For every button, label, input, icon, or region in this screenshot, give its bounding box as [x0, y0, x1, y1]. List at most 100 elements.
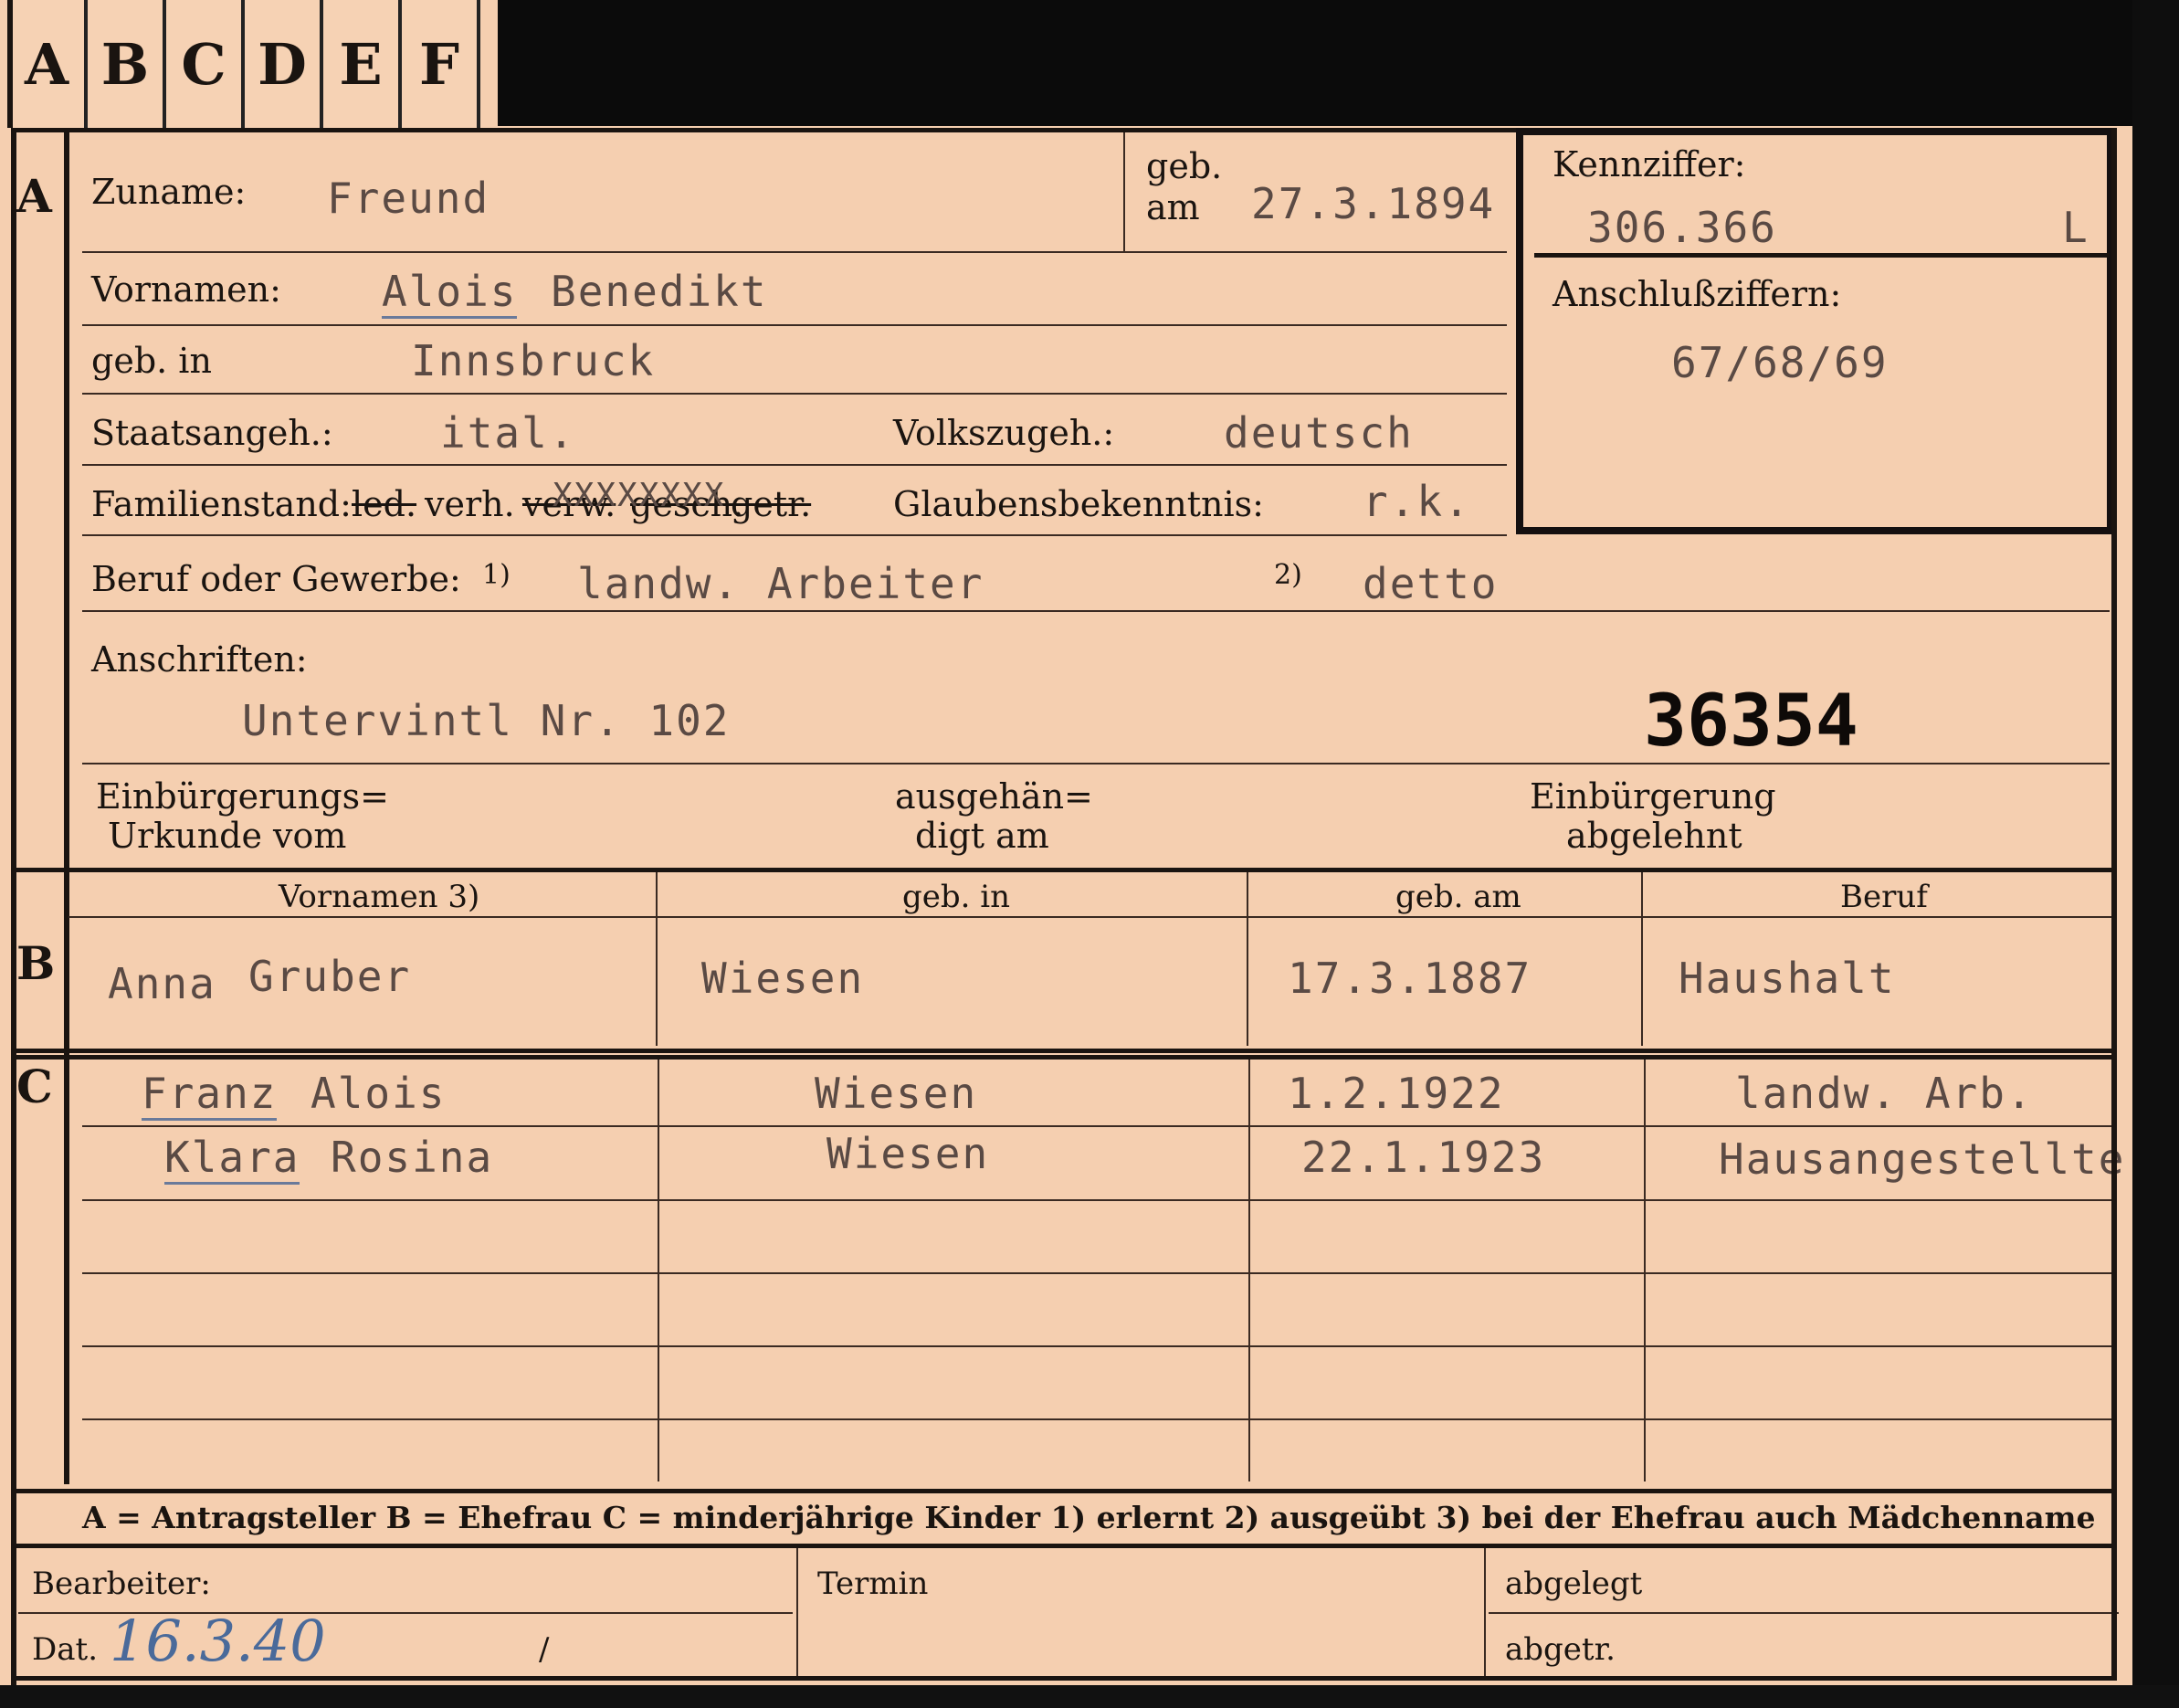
religion-value: r.k.	[1363, 477, 1471, 526]
tab-a[interactable]: A	[9, 0, 88, 128]
birthplace-label: geb. in	[91, 341, 212, 381]
tab-e[interactable]: E	[323, 0, 402, 128]
child-2-first: Klara	[164, 1133, 300, 1185]
born-on-value: 27.3.1894	[1251, 179, 1496, 228]
rule-b-bottom	[11, 1049, 2116, 1053]
deadline-label: Termin	[817, 1566, 929, 1602]
naturalization-label-1: Einbürgerungs=	[96, 776, 389, 817]
marital-strikeout: XXXXXXXX	[553, 477, 726, 514]
given-name-2: Benedikt	[551, 267, 768, 316]
spouse-birthplace: Wiesen	[701, 954, 865, 1003]
spouse-header-occupation: Beruf	[1840, 879, 1928, 915]
code-label: Kennziffer:	[1553, 144, 1746, 185]
spouse-header-born-on: geb. am	[1395, 879, 1521, 915]
rule-legend-bottom	[11, 1544, 2116, 1548]
record-card: A B C D E F A B C Kennziffer: 306.366 L …	[0, 0, 2179, 1708]
card-right-edge	[2132, 0, 2179, 1708]
rule-a5	[82, 534, 1507, 536]
nationality-label: Volkszugeh.:	[893, 413, 1115, 453]
rule-b-head	[68, 916, 2114, 918]
child-2-birthplace: Wiesen	[826, 1129, 990, 1178]
address-value: Untervintl Nr. 102	[242, 696, 731, 745]
address-label: Anschriften:	[91, 639, 308, 680]
born-on-label-2: am	[1146, 187, 1200, 227]
spouse-born-on: 17.3.1887	[1288, 954, 1532, 1003]
rule-c-v3	[1644, 1060, 1646, 1481]
id-box	[1516, 128, 2114, 534]
card-top-edge	[498, 0, 2179, 126]
rule-a4	[82, 464, 1507, 466]
child-1-birthplace: Wiesen	[815, 1069, 978, 1118]
rule-footer-v2	[1484, 1548, 1486, 1676]
rule-c-v1	[658, 1060, 659, 1481]
rule-c-top	[11, 1055, 2116, 1060]
marital-option-separated: getr.	[731, 484, 812, 524]
rule-footer-v1	[796, 1548, 798, 1676]
rule-b-v3	[1641, 872, 1643, 1046]
naturalization-label-2: Urkunde vom	[108, 816, 347, 856]
occupation-learned: landw. Arbeiter	[577, 559, 984, 608]
spouse-surname: Gruber	[248, 952, 412, 1001]
rule-c1	[82, 1125, 2114, 1127]
given-name-1: Alois	[382, 267, 518, 319]
separated-label: abgetr.	[1505, 1631, 1616, 1668]
rule-legend-top	[11, 1489, 2116, 1493]
clerk-label: Bearbeiter:	[32, 1566, 211, 1602]
occupation-label: Beruf oder Gewerbe:	[91, 559, 461, 599]
filed-label: abgelegt	[1505, 1566, 1643, 1602]
rule-a7	[82, 763, 2110, 764]
spouse-first-name: Anna	[108, 959, 216, 1008]
rule-b-top	[11, 868, 2116, 872]
section-a-letter: A	[16, 169, 52, 223]
link-label: Anschlußziffern:	[1553, 274, 1842, 314]
rule-c5	[82, 1418, 2114, 1420]
tab-f[interactable]: F	[402, 0, 480, 128]
child-1-occupation: landw. Arb.	[1735, 1069, 2034, 1118]
rejected-label-2: abgelehnt	[1566, 816, 1742, 856]
occupation-practiced: detto	[1363, 559, 1499, 608]
code-value: 306.366	[1587, 203, 1777, 252]
occupation-mark-2: 2)	[1274, 559, 1302, 591]
date-slash: /	[539, 1631, 550, 1668]
rule-footer-right	[1489, 1612, 2119, 1614]
rule-c-v2	[1248, 1060, 1250, 1481]
section-b-letter: B	[16, 936, 56, 990]
rule-a1	[82, 251, 1507, 253]
child-1-born-on: 1.2.1922	[1288, 1069, 1505, 1118]
child-2-born-on: 22.1.1923	[1301, 1133, 1546, 1182]
legend: A = Antragsteller B = Ehefrau C = minder…	[82, 1500, 2096, 1535]
id-box-divider	[1534, 253, 2110, 258]
nationality-value: deutsch	[1224, 408, 1414, 458]
rule-a6	[82, 610, 2110, 612]
frame-left	[11, 128, 16, 1690]
rule-c3	[82, 1272, 2114, 1274]
rule-b-v1	[656, 872, 658, 1046]
spouse-header-names: Vornamen 3)	[279, 879, 480, 915]
tab-d[interactable]: D	[245, 0, 323, 128]
surname-label: Zuname:	[91, 172, 247, 212]
tab-left-edge	[7, 0, 13, 128]
link-values: 67/68/69	[1671, 338, 1889, 387]
frame-right	[2111, 128, 2117, 1681]
card-bottom-edge	[0, 1685, 2179, 1708]
code-suffix: L	[2062, 203, 2090, 252]
file-number: 36354	[1644, 680, 1858, 763]
occupation-mark-1: 1)	[482, 559, 511, 591]
marital-option-married: verh.	[425, 484, 515, 524]
tab-c[interactable]: C	[166, 0, 245, 128]
child-1-second: Alois	[311, 1069, 447, 1118]
date-value: 16.3.40	[110, 1608, 326, 1674]
surname-value: Freund	[327, 174, 490, 223]
birthplace-value: Innsbruck	[411, 336, 656, 385]
child-1-first: Franz	[142, 1069, 278, 1121]
rejected-label-1: Einbürgerung	[1530, 776, 1776, 817]
marital-label: Familienstand:	[91, 484, 352, 524]
handed-label-2: digt am	[915, 816, 1049, 856]
tab-b[interactable]: B	[88, 0, 166, 128]
rule-c2	[82, 1199, 2114, 1201]
rule-c4	[82, 1345, 2114, 1347]
handed-label-1: ausgehän=	[895, 776, 1093, 817]
date-label: Dat.	[32, 1631, 99, 1668]
section-c-letter: C	[16, 1060, 53, 1113]
child-2-occupation: Hausangestellte	[1719, 1134, 2126, 1184]
